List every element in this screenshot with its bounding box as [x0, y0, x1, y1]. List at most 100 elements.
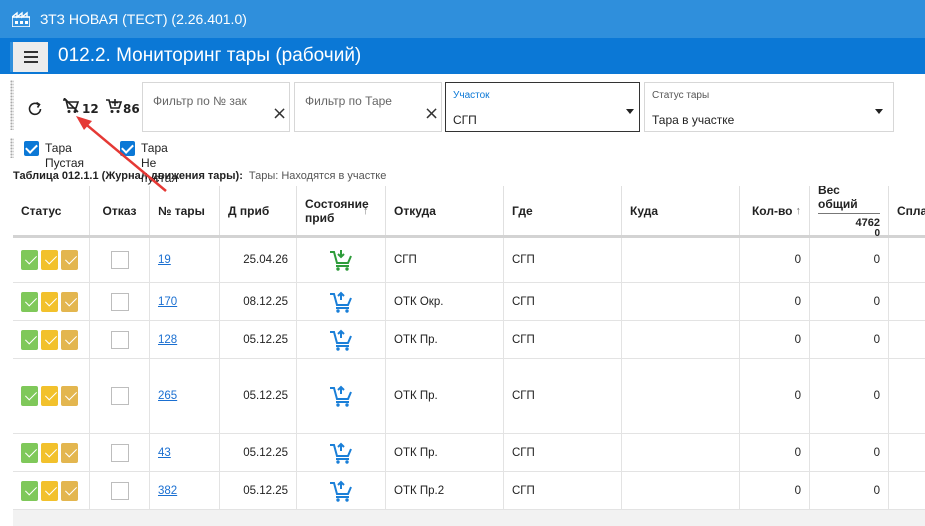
status-check-icon[interactable]: [21, 291, 38, 312]
col-where[interactable]: Где: [504, 186, 622, 235]
menu-icon[interactable]: [10, 42, 48, 72]
tara-number-link[interactable]: 382: [158, 485, 177, 497]
status-check-icon[interactable]: [41, 329, 58, 350]
tara-number-link[interactable]: 265: [158, 390, 177, 402]
col-from[interactable]: Откуда: [386, 186, 504, 235]
otkaz-cell: [90, 283, 150, 320]
date-cell: 05.12.25: [220, 359, 297, 433]
qty-cell: 0: [740, 359, 810, 433]
num-cell: 128: [150, 321, 220, 358]
status-check-icon[interactable]: [21, 329, 38, 350]
col-weight[interactable]: Вес общий 4762 0: [810, 186, 889, 238]
toolbar-grip[interactable]: [10, 80, 14, 130]
chevron-down-icon[interactable]: [875, 109, 883, 114]
table-row[interactable]: 19 25.04.26 СГП СГП 0 0: [13, 238, 925, 283]
num-cell: 265: [150, 359, 220, 433]
col-to[interactable]: Куда: [622, 186, 740, 235]
status-select[interactable]: Статус тары Тара в участке: [644, 82, 894, 132]
clear-icon[interactable]: ×: [424, 105, 439, 123]
area-select[interactable]: Участок СГП: [445, 82, 640, 132]
full-cart-icon[interactable]: [105, 98, 123, 114]
weight-cell: 0: [810, 283, 889, 320]
col-qty[interactable]: Кол-во ↑: [740, 186, 810, 235]
status-check-icon[interactable]: [21, 442, 38, 463]
status-check-icon[interactable]: [61, 480, 78, 501]
tara-filter-placeholder: Фильтр по Таре: [305, 94, 392, 108]
tara-number-link[interactable]: 19: [158, 254, 171, 266]
status-check-icon[interactable]: [41, 250, 58, 270]
empty-tara-label: Тара Пустая: [45, 141, 85, 170]
app-title: ЗТЗ НОВАЯ (ТЕСТ) (2.26.401.0): [40, 11, 247, 27]
where-cell: СГП: [504, 238, 622, 282]
from-cell: СГП: [386, 238, 504, 282]
status-check-icon[interactable]: [41, 480, 58, 501]
status-cell: [13, 238, 90, 282]
table-row[interactable]: 170 08.12.25 ОТК Окр. СГП 0 0: [13, 283, 925, 321]
status-cell: [13, 434, 90, 471]
otkaz-cell: [90, 238, 150, 282]
status-check-icon[interactable]: [61, 250, 78, 270]
weight-cell: 0: [810, 359, 889, 433]
cart-upload-icon: [330, 291, 352, 313]
empty-tara-checkbox[interactable]: [24, 141, 39, 156]
status-check-icon[interactable]: [61, 442, 78, 463]
checkbox-grip[interactable]: [10, 138, 14, 158]
col-num[interactable]: № тары: [150, 186, 220, 235]
col-status[interactable]: Статус: [13, 186, 90, 235]
otkaz-cell: [90, 472, 150, 509]
not-empty-tara-checkbox[interactable]: [120, 141, 135, 156]
tara-number-link[interactable]: 170: [158, 296, 177, 308]
status-check-icon[interactable]: [41, 291, 58, 312]
to-cell: [622, 321, 740, 358]
otkaz-checkbox[interactable]: [110, 251, 129, 269]
qty-cell: 0: [740, 472, 810, 509]
empty-cart-icon[interactable]: [62, 98, 80, 114]
weight-cell: 0: [810, 321, 889, 358]
status-check-icon[interactable]: [61, 329, 78, 350]
order-filter-placeholder: Фильтр по № зак: [153, 94, 247, 108]
otkaz-checkbox[interactable]: [110, 292, 129, 311]
tara-grid: Статус Отказ № тары Д приб Состояние при…: [13, 186, 925, 526]
col-spl[interactable]: Спла: [889, 186, 925, 235]
tara-number-link[interactable]: 128: [158, 334, 177, 346]
table-subcaption: Тары: Находятся в участке: [248, 170, 387, 182]
date-cell: 05.12.25: [220, 434, 297, 471]
qty-cell: 0: [740, 434, 810, 471]
table-row[interactable]: 128 05.12.25 ОТК Пр. СГП 0 0: [13, 321, 925, 359]
chevron-down-icon[interactable]: [626, 109, 634, 114]
order-filter-input[interactable]: Фильтр по № зак ×: [142, 82, 290, 132]
table-row[interactable]: 382 05.12.25 ОТК Пр.2 СГП 0 0: [13, 472, 925, 510]
date-cell: 08.12.25: [220, 283, 297, 320]
status-cell: [13, 283, 90, 320]
status-cell: [13, 359, 90, 433]
status-check-icon[interactable]: [41, 442, 58, 463]
otkaz-checkbox[interactable]: [110, 443, 129, 462]
weight-header: Вес общий 4762 0: [818, 186, 880, 239]
spl-cell: [889, 321, 925, 358]
status-check-icon[interactable]: [61, 386, 78, 406]
num-cell: 19: [150, 238, 220, 282]
spl-cell: [889, 283, 925, 320]
status-check-icon[interactable]: [21, 250, 38, 270]
tara-number-link[interactable]: 43: [158, 447, 171, 459]
status-check-icon[interactable]: [21, 480, 38, 501]
status-check-icon[interactable]: [61, 291, 78, 312]
num-cell: 43: [150, 434, 220, 471]
grid-header: Статус Отказ № тары Д приб Состояние при…: [13, 186, 925, 238]
otkaz-checkbox[interactable]: [110, 481, 129, 500]
status-check-icon[interactable]: [21, 386, 38, 406]
refresh-icon[interactable]: [26, 100, 44, 118]
to-cell: [622, 283, 740, 320]
cart-upload-icon: [330, 329, 352, 351]
otkaz-checkbox[interactable]: [110, 330, 129, 349]
table-row[interactable]: 265 05.12.25 ОТК Пр. СГП 0 0: [13, 359, 925, 434]
clear-icon[interactable]: ×: [272, 105, 287, 123]
col-state[interactable]: Состояние приб ↑: [297, 186, 386, 235]
table-row[interactable]: 43 05.12.25 ОТК Пр. СГП 0 0: [13, 434, 925, 472]
otkaz-checkbox[interactable]: [110, 387, 129, 405]
status-check-icon[interactable]: [41, 386, 58, 406]
tara-filter-input[interactable]: Фильтр по Таре ×: [294, 82, 442, 132]
col-otkaz[interactable]: Отказ: [90, 186, 150, 235]
col-date[interactable]: Д приб: [220, 186, 297, 235]
sort-up-icon: ↑: [363, 204, 369, 217]
